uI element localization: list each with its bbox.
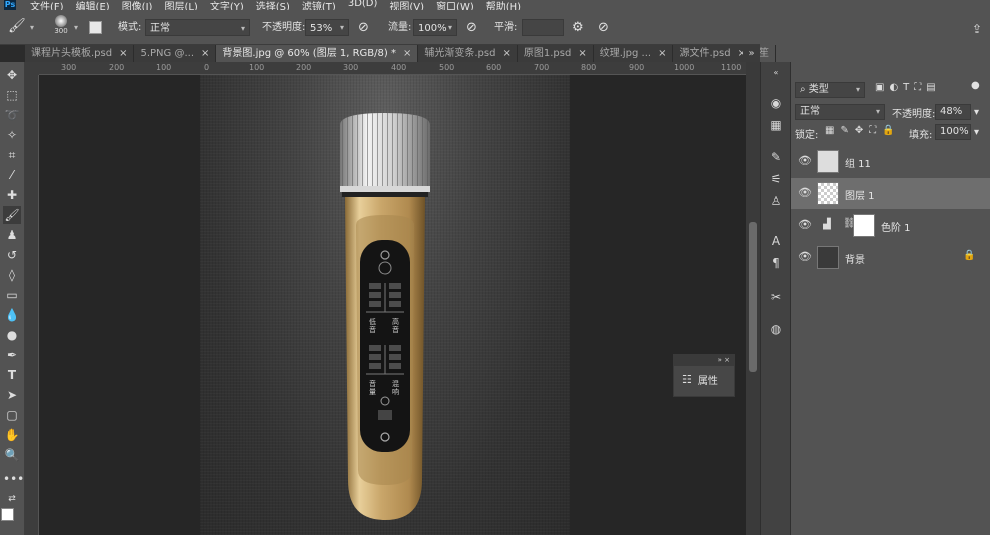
lock-icon: 🔒: [963, 250, 976, 261]
tools-preset-panel-icon[interactable]: ✂: [767, 288, 785, 306]
layer-filter-select[interactable]: ⌕ 类型 ▾: [795, 82, 865, 98]
device-label-char: 音: [369, 380, 376, 388]
filter-toggle-icon[interactable]: ●: [971, 80, 980, 91]
layer-filter-icons[interactable]: ▣◐T⛶▤: [875, 82, 941, 93]
eye-icon[interactable]: 👁: [798, 218, 812, 231]
paragraph-panel-icon[interactable]: ¶: [767, 254, 785, 272]
properties-label: 属性: [697, 376, 718, 387]
brush-settings-panel-icon[interactable]: ✎: [767, 148, 785, 166]
color-panel-icon[interactable]: ◉: [767, 94, 785, 112]
panel-icons-column: « ◉ ▦ ✎ ⚟ ♙ A ¶ ✂ ◍: [760, 62, 790, 535]
layer-row[interactable]: 👁 背景 🔒: [791, 242, 990, 273]
layer-opacity-label: 不透明度:: [892, 109, 936, 120]
lock-icons[interactable]: ▦✎✥⛶🔒: [825, 125, 901, 136]
device-label-char: 高: [392, 318, 399, 326]
layer-name: 背景: [845, 255, 865, 266]
device-label-treble: 高 音: [392, 318, 399, 334]
chevron-down-icon: ▾: [875, 107, 880, 116]
character-panel-icon[interactable]: A: [767, 232, 785, 250]
layer-opacity-input[interactable]: 48%: [935, 104, 971, 120]
layer-row-selected[interactable]: 👁 图层 1: [791, 178, 990, 209]
chevron-down-icon: ▾: [855, 85, 860, 94]
adjustments-panel-icon[interactable]: ⚟: [767, 170, 785, 188]
levels-adjustment-icon: ▟: [823, 219, 831, 230]
chevron-down-icon[interactable]: ▾: [974, 127, 979, 138]
fill-label: 填充:: [909, 130, 933, 141]
layer-row[interactable]: 👁 ▟ ⛓ 色阶 1: [791, 210, 990, 241]
layer-name: 图层 1: [845, 191, 875, 202]
scroll-thumb[interactable]: [749, 222, 757, 372]
lock-label: 锁定:: [795, 130, 819, 141]
device-label-volume: 音 量: [369, 380, 376, 396]
collapse-panels-icon[interactable]: «: [767, 64, 785, 82]
3d-panel-icon[interactable]: ◍: [767, 320, 785, 338]
device-label-reverb: 混 响: [392, 380, 399, 396]
layer-mask-thumbnail: [853, 214, 875, 237]
layer-filter-value: 类型: [808, 84, 829, 95]
layer-thumbnail: [817, 246, 839, 269]
blend-mode-value: 正常: [800, 106, 820, 117]
layer-row[interactable]: 👁 组 11: [791, 146, 990, 177]
properties-icon: ☷: [682, 373, 692, 386]
chevron-down-icon[interactable]: ▾: [974, 107, 979, 118]
device-label-char: 低: [369, 318, 376, 326]
fill-input[interactable]: 100%: [935, 124, 971, 140]
panel-header-controls[interactable]: » ×: [674, 355, 734, 366]
eye-icon[interactable]: 👁: [798, 154, 812, 167]
device-label-bass: 低 音: [369, 318, 376, 334]
vertical-scrollbar[interactable]: [746, 62, 760, 535]
eye-icon[interactable]: 👁: [798, 186, 812, 199]
device-label-char: 混: [392, 380, 399, 388]
blend-mode-select[interactable]: 正常 ▾: [795, 104, 885, 120]
layer-thumbnail: [817, 150, 839, 173]
layer-name: 色阶 1: [881, 223, 911, 234]
layer-name: 组 11: [845, 159, 871, 170]
layers-panel: ⌕ 类型 ▾ ▣◐T⛶▤ ● 正常 ▾ 不透明度: 48% ▾ 锁定: ▦✎✥⛶…: [790, 62, 990, 535]
swatches-panel-icon[interactable]: ▦: [767, 116, 785, 134]
device-label-char: 音: [392, 326, 399, 334]
search-icon: ⌕: [800, 84, 806, 95]
device-label-char: 量: [369, 388, 376, 396]
clone-source-panel-icon[interactable]: ♙: [767, 192, 785, 210]
properties-panel-collapsed[interactable]: » × ☷ 属性: [673, 354, 735, 397]
eye-icon[interactable]: 👁: [798, 250, 812, 263]
device-label-char: 响: [392, 388, 399, 396]
layer-thumbnail: [817, 182, 839, 205]
device-label-char: 音: [369, 326, 376, 334]
